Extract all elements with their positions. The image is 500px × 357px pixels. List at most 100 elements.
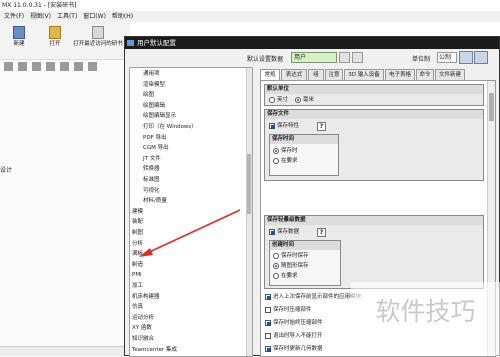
option-checkbox-2[interactable] xyxy=(265,307,271,313)
tab-spreadsheet[interactable]: 电子表格 xyxy=(385,69,415,80)
tree-item[interactable]: PMI xyxy=(132,271,142,279)
tab-notes[interactable]: 注意 xyxy=(325,69,343,80)
tree-item[interactable]: 可视化 xyxy=(143,187,160,195)
save-data-checkbox-row[interactable]: 保存数据 xyxy=(269,228,299,236)
tab-general[interactable]: 常规 xyxy=(260,69,280,80)
create-on-request[interactable]: 在要求 xyxy=(273,272,298,280)
option-row-4[interactable]: 退出时导入不能打开 xyxy=(265,332,323,340)
save-feature-checkbox[interactable] xyxy=(269,123,275,129)
tree-item[interactable]: 知识融合 xyxy=(132,335,154,343)
lightweight-data-group: 保存轻量级数据 ? 保存数据 创建时间 保存时保存 随图形保存 在要求 xyxy=(264,215,484,289)
default-units-group: 默认单位 英寸 毫米 xyxy=(264,84,484,106)
tree-item[interactable]: 打印（在 Windows） xyxy=(143,123,197,131)
tab-file-new[interactable]: 文件新建 xyxy=(435,69,465,80)
unit-inch-option[interactable]: 英寸 xyxy=(269,96,288,104)
tree-scrollbar[interactable] xyxy=(246,68,252,356)
option-checkbox-1[interactable] xyxy=(265,294,271,300)
tree-item[interactable]: Teamcenter 集成 xyxy=(132,346,177,354)
folder-open-icon xyxy=(49,26,61,39)
tree-item[interactable]: 绘图 xyxy=(143,91,154,99)
tree-item[interactable]: XY 函数 xyxy=(132,324,152,332)
menu-help[interactable]: 帮助(H) xyxy=(112,11,133,22)
tree-item[interactable]: 绘图编辑显示 xyxy=(143,112,176,120)
save-data-checkbox[interactable] xyxy=(269,229,275,235)
save-time-on-save-radio[interactable] xyxy=(273,148,279,154)
option-row-3[interactable]: 保存时始终压缩部件 xyxy=(265,319,323,327)
option-checkbox-5[interactable] xyxy=(265,346,271,352)
unit-inch-radio[interactable] xyxy=(269,97,275,103)
manage-icon[interactable] xyxy=(459,51,473,64)
help-icon[interactable]: ? xyxy=(317,122,326,131)
settings-tabs: 常规 表达式 组 注意 3D 输入设备 电子表格 命令 文件新建 xyxy=(260,69,496,80)
import-icon[interactable] xyxy=(474,51,488,64)
unit-mm-option[interactable]: 毫米 xyxy=(295,96,314,104)
create-on-save-radio[interactable] xyxy=(273,253,279,259)
dialog-title-bar[interactable]: 用户默认配置 xyxy=(125,37,499,49)
tree-item[interactable]: 制造 xyxy=(132,261,143,269)
save-feature-checkbox-row[interactable]: 保存特性 xyxy=(269,122,299,130)
create-with-graphics-radio[interactable] xyxy=(273,263,279,269)
open-button[interactable]: 打开 xyxy=(40,26,70,59)
create-with-graphics[interactable]: 随图形保存 xyxy=(273,262,309,270)
new-button[interactable]: 新建 xyxy=(4,26,34,59)
tree-item[interactable]: 绘图编辑 xyxy=(143,102,165,110)
layer-icon[interactable] xyxy=(60,62,69,71)
menu-file[interactable]: 文件(F) xyxy=(4,11,24,22)
tab-3d-input[interactable]: 3D 输入设备 xyxy=(344,69,384,80)
tree-item[interactable]: 运动分析 xyxy=(132,314,154,322)
tree-item[interactable]: 建模 xyxy=(132,208,143,216)
grid-icon[interactable] xyxy=(74,62,83,71)
tree-item[interactable]: 制图 xyxy=(132,229,143,237)
filter-icon[interactable] xyxy=(4,62,13,71)
option-checkbox-4[interactable] xyxy=(265,333,271,339)
tree-item[interactable]: CGM 导出 xyxy=(143,144,169,152)
tree-item[interactable]: 分析 xyxy=(132,240,143,248)
lightweight-title: 保存轻量级数据 xyxy=(265,216,483,225)
tree-item[interactable]: 装配 xyxy=(132,218,143,226)
select-icon[interactable] xyxy=(18,62,27,71)
panel-scroll-thumb[interactable] xyxy=(489,93,494,121)
tree-scroll-thumb[interactable] xyxy=(247,154,251,214)
status-bar xyxy=(0,346,130,356)
tree-item[interactable]: 机床构建器 xyxy=(132,293,160,301)
tree-item[interactable]: 转换器 xyxy=(143,165,160,173)
tab-groups[interactable]: 组 xyxy=(308,69,324,80)
tree-item[interactable]: 满板 xyxy=(132,250,143,258)
tree-item[interactable]: PDF 导出 xyxy=(143,134,166,142)
snap-icon[interactable] xyxy=(32,62,41,71)
recent-files-icon xyxy=(92,26,104,39)
view-icon[interactable] xyxy=(46,62,55,71)
option-row-1[interactable]: 进入上次保存前显示部件的应用模块 xyxy=(265,293,361,301)
tree-item[interactable]: 加工 xyxy=(132,282,143,290)
option-row-2[interactable]: 保存时压缩部件 xyxy=(265,306,312,314)
settings-button-2[interactable] xyxy=(352,52,363,63)
tree-item[interactable]: 通用项 xyxy=(143,70,160,78)
tree-item[interactable]: 渲染模型 xyxy=(143,81,165,89)
help-icon-2[interactable]: ? xyxy=(317,228,326,237)
unit-mm-radio[interactable] xyxy=(295,97,301,103)
tab-expressions[interactable]: 表达式 xyxy=(281,69,307,80)
save-time-on-request-radio[interactable] xyxy=(273,158,279,164)
option-row-5[interactable]: 保存时更新几何数据 xyxy=(265,345,323,353)
save-time-on-request[interactable]: 在要求 xyxy=(273,157,298,165)
category-tree[interactable]: 通用项渲染模型绘图绘图编辑绘图编辑显示打印（在 Windows） PDF 导出 CG… xyxy=(129,67,253,357)
unit-select[interactable]: 公制 xyxy=(437,52,457,63)
open-recent-button[interactable]: 打开最近访问的研书 xyxy=(73,26,123,59)
settings-select[interactable]: 用户 xyxy=(291,52,337,63)
tree-item[interactable]: 材料/质量 xyxy=(143,197,167,205)
unit-label: 单位制 xyxy=(412,56,431,63)
tree-item[interactable]: JT 文件 xyxy=(143,155,161,163)
menu-tools[interactable]: 工具(T) xyxy=(57,11,77,22)
menu-window[interactable]: 窗口(W) xyxy=(83,11,106,22)
settings-button-1[interactable] xyxy=(339,52,350,63)
selection-toolbar xyxy=(0,62,130,74)
menu-view[interactable]: 视图(V) xyxy=(30,11,51,22)
create-on-save[interactable]: 保存时保存 xyxy=(273,252,309,260)
tree-item[interactable]: 标准图 xyxy=(143,176,160,184)
tab-commands[interactable]: 命令 xyxy=(416,69,434,80)
tree-item[interactable]: 仿真 xyxy=(132,303,143,311)
option-checkbox-3[interactable] xyxy=(265,320,271,326)
create-on-request-radio[interactable] xyxy=(273,273,279,279)
save-time-on-save[interactable]: 保存时 xyxy=(273,147,298,155)
measure-icon[interactable] xyxy=(88,62,97,71)
